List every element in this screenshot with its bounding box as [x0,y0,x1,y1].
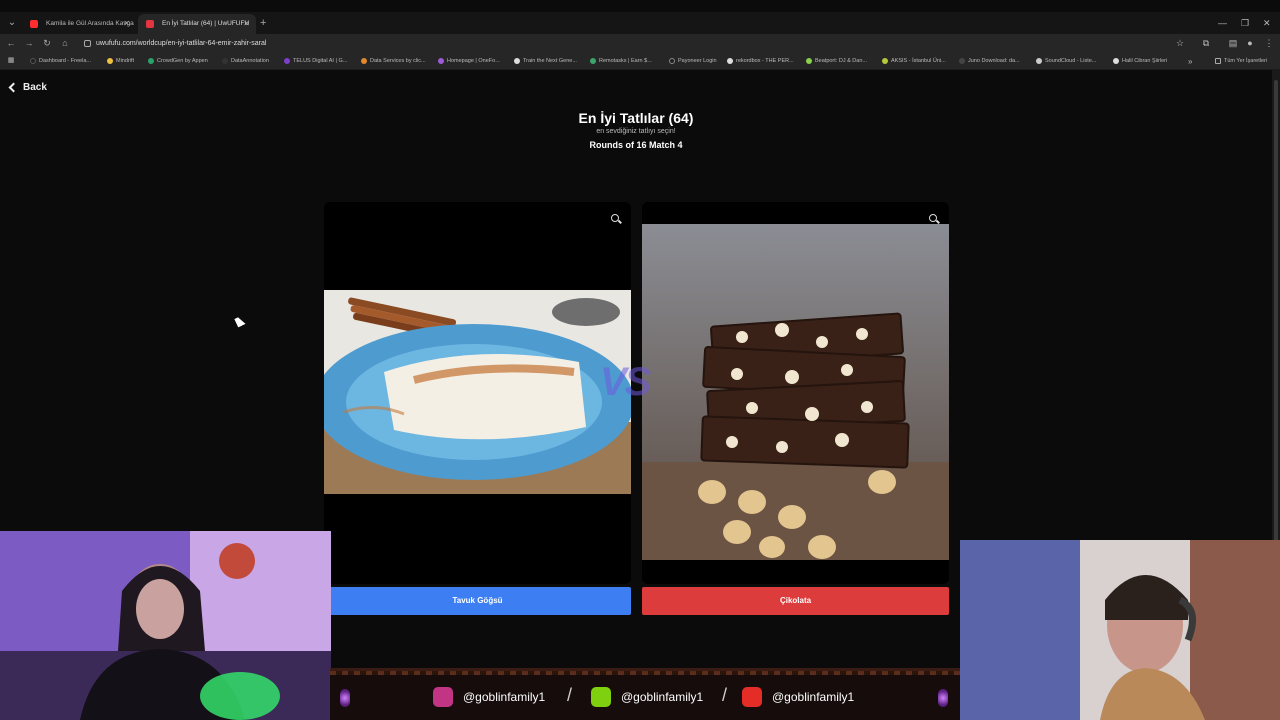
window-close-icon[interactable]: ✕ [1263,14,1271,32]
youtube-favicon-icon [30,20,38,28]
bookmark-favicon-icon [959,58,965,64]
close-icon[interactable]: ✕ [123,14,130,34]
bookmark-favicon-icon [727,58,733,64]
bookmark-item[interactable]: Homepage | OneFo... [438,56,500,67]
separator: / [722,685,728,705]
bookmark-favicon-icon [30,58,36,64]
bookmark-item[interactable]: Halil Cibran Şiirleri [1113,56,1167,67]
bookmark-favicon-icon [1113,58,1119,64]
instagram-handle: @goblinfamily1 [433,687,545,707]
bookmark-favicon-icon [1036,58,1042,64]
bookmark-favicon-icon [222,58,228,64]
bookmark-favicon-icon [148,58,154,64]
tiktok-handle: @goblinfamily1 [591,687,703,707]
menu-dots-icon[interactable]: ⋮ [1262,36,1276,50]
extensions-icon[interactable]: ⧉ [1199,36,1213,50]
bookmark-favicon-icon [361,58,367,64]
browser-toolbar: ← → ↻ ⌂ uwufufu.com/worldcup/en-iyi-tatl… [0,34,1280,53]
folder-icon [1215,58,1221,64]
close-icon[interactable]: ✕ [243,14,250,34]
tab-strip: ⌄ Kamila ile Gül Arasında Kavga ✕ En İyi… [0,12,1280,34]
instagram-icon [433,687,453,707]
separator: / [567,685,573,705]
address-bar[interactable]: uwufufu.com/worldcup/en-iyi-tatlilar-64-… [80,36,1190,51]
webcam-right [960,540,1280,720]
media-icon[interactable]: ▤ [1226,36,1240,50]
bookmark-item[interactable]: Beatport: DJ & Dan... [806,56,867,67]
bookmark-favicon-icon [590,58,596,64]
choose-tavuk-gogsu-button[interactable]: Tavuk Göğsü [324,587,631,615]
forward-arrow-icon[interactable]: → [22,36,36,50]
reload-icon[interactable]: ↻ [40,36,54,50]
tab-uwufufu[interactable]: En İyi Tatlılar (64) | UwUFUFU ✕ [138,14,256,34]
profile-avatar-icon[interactable]: ● [1243,36,1257,50]
bookmark-favicon-icon [107,58,113,64]
footer-border-decoration [330,671,960,675]
bookmark-item[interactable]: TELUS Digital AI | G... [284,56,347,67]
youtube-icon [742,687,762,707]
bookmark-item[interactable]: CrowdGen by Appen [148,56,208,67]
bookmark-favicon-icon [514,58,520,64]
apps-grid-icon[interactable]: ▦ [4,54,18,68]
bookmark-item[interactable]: rekordbox - THE PER... [727,56,794,67]
bookmark-item[interactable]: Remotasks | Earn $... [590,56,652,67]
site-info-icon[interactable] [84,40,91,47]
bookmark-favicon-icon [438,58,444,64]
new-tab-icon[interactable]: + [260,14,266,32]
tab-kamila[interactable]: Kamila ile Gül Arasında Kavga ✕ [22,14,136,34]
url-text: uwufufu.com/worldcup/en-iyi-tatlilar-64-… [96,40,267,47]
tab-search-icon[interactable]: ⌄ [4,15,20,31]
back-button[interactable]: Back [8,82,47,93]
lantern-icon [340,689,350,707]
bookmark-favicon-icon [806,58,812,64]
bookmark-item[interactable]: AKSIS - İstanbul Üni... [882,56,946,67]
bookmark-favicon-icon [669,58,675,64]
bookmark-item[interactable]: Data Services by clic... [361,56,426,67]
youtube-handle: @goblinfamily1 [742,687,854,707]
vs-label: VS [600,360,651,404]
scrollbar-thumb[interactable] [1274,80,1278,600]
back-arrow-icon[interactable]: ← [4,36,18,50]
left-choice-card[interactable] [324,202,631,584]
webcam-left [0,531,331,720]
bookmark-item[interactable]: SoundCloud - Liste... [1036,56,1096,67]
stream-social-footer: @goblinfamily1 / @goblinfamily1 / @gobli… [330,668,960,720]
bookmark-item[interactable]: Train the Next Gene... [514,56,577,67]
zoom-icon[interactable] [611,214,622,224]
bookmark-favicon-icon [882,58,888,64]
round-indicator: Rounds of 16 Match 4 [589,140,683,150]
minimize-icon[interactable]: — [1218,14,1227,32]
tab-title: Kamila ile Gül Arasında Kavga [46,20,134,27]
star-icon[interactable]: ☆ [1173,36,1187,50]
tiktok-icon [591,687,611,707]
restore-icon[interactable]: ❐ [1241,14,1249,32]
home-icon[interactable]: ⌂ [58,36,72,50]
page-title: En İyi Tatlılar (64) [578,110,694,126]
bookmarks-bar: ▦ Dashboard - Freela... Mindrift CrowdGe… [0,53,1280,70]
bookmark-item[interactable]: Juno Download: da... [959,56,1020,67]
zoom-icon[interactable] [929,214,940,224]
bookmark-item[interactable]: DataAnnotation [222,56,269,67]
right-choice-card[interactable] [642,202,949,584]
tab-title: En İyi Tatlılar (64) | UwUFUFU [162,20,250,27]
lantern-icon [938,689,948,707]
choose-cikolata-button[interactable]: Çikolata [642,587,949,615]
page-subtitle: en sevdiğiniz tatlıyı seçin! [596,128,676,135]
uwufufu-favicon-icon [146,20,154,28]
all-bookmarks-item[interactable]: Tüm Yer İşaretleri [1215,56,1267,67]
bookmark-item[interactable]: Dashboard - Freela... [30,56,91,67]
chevron-left-icon [8,82,19,93]
more-bookmarks-icon[interactable]: » [1188,56,1192,67]
bookmark-item[interactable]: Mindrift [107,56,134,67]
bookmark-item[interactable]: Payoneer Login [669,56,717,67]
bookmark-favicon-icon [284,58,290,64]
cikolata-image [642,224,949,560]
tavuk-gogsu-image [324,290,631,494]
